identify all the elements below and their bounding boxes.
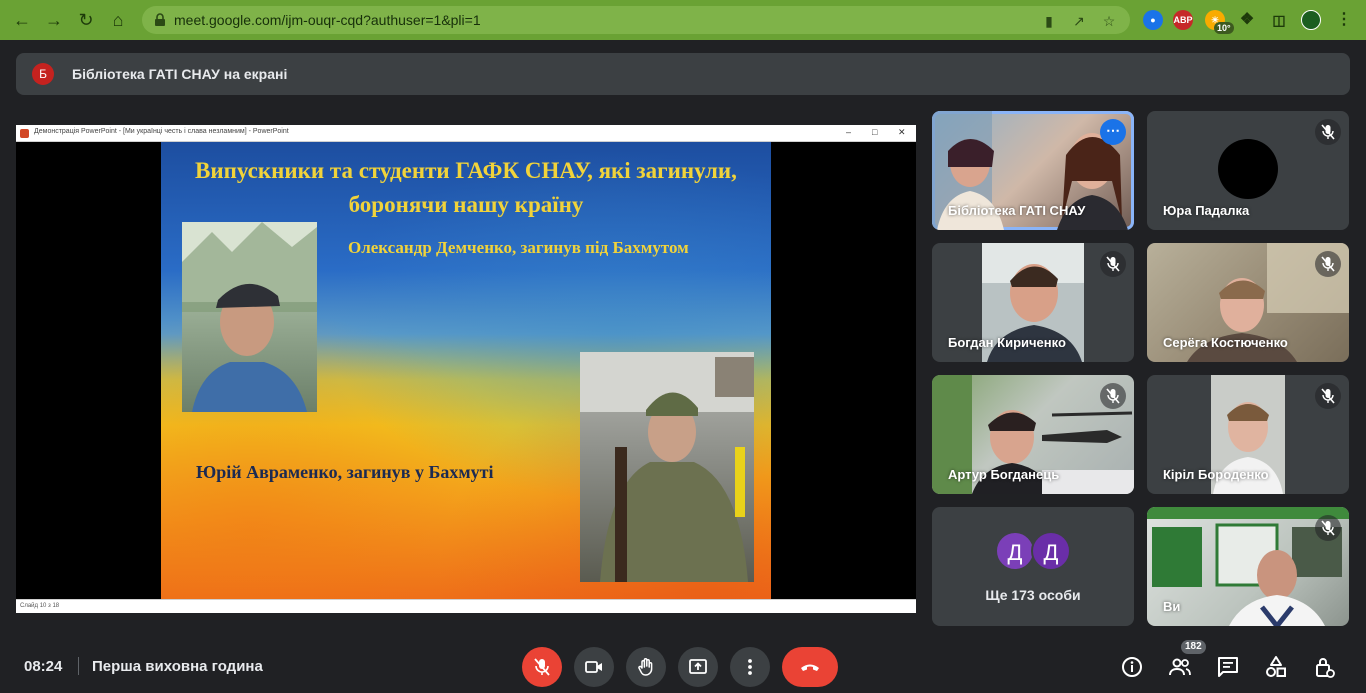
ppt-window-titlebar: Демонстрація PowerPoint - [Ми українці ч… [16, 125, 916, 142]
others-tile[interactable]: Д Д Ще 173 особи [932, 507, 1134, 626]
camera-icon[interactable]: ▮ [1040, 12, 1058, 30]
participant-name: Кірiл Бороденко [1163, 467, 1269, 482]
meeting-controls-bar: 08:24 Перша виховна година 182 [0, 636, 1366, 693]
host-controls-icon[interactable] [1312, 655, 1336, 679]
activities-icon[interactable] [1264, 655, 1288, 679]
more-vert-icon [748, 659, 752, 675]
caption-oleksandr: Олександр Демченко, загинув під Бахмутом [348, 238, 689, 257]
presenter-avatar: Б [32, 63, 54, 85]
participant-name: Серёга Костюченко [1163, 335, 1288, 350]
side-panel-icon[interactable]: ◫ [1269, 10, 1289, 30]
photo-yuriy [580, 352, 754, 582]
powerpoint-icon [20, 129, 29, 138]
maximize-icon: □ [872, 127, 878, 137]
participant-name: Артур Богданець [948, 467, 1060, 482]
participant-tile[interactable]: Богдан Кириченко [932, 243, 1134, 362]
mic-off-icon [1315, 515, 1341, 541]
present-screen-button[interactable] [678, 647, 718, 687]
participant-tile[interactable]: Артур Богданець [932, 375, 1134, 494]
divider [78, 657, 79, 675]
profile-avatar[interactable] [1301, 10, 1321, 30]
mic-toggle-button[interactable] [522, 647, 562, 687]
close-icon: ✕ [898, 127, 906, 137]
slide-counter: Слайд 10 з 18 [20, 603, 60, 609]
presenting-banner: Б Бібліотека ГАТІ СНАУ на екрані [16, 53, 1350, 95]
meeting-title: Перша виховна година [92, 658, 263, 675]
hand-icon [638, 658, 653, 676]
more-options-button[interactable]: ⋯ [1100, 119, 1126, 145]
more-options-button[interactable] [730, 647, 770, 687]
participant-tile[interactable]: Кірiл Бороденко [1147, 375, 1349, 494]
others-avatar: Д [995, 531, 1035, 571]
mic-off-icon [1100, 383, 1126, 409]
reload-icon[interactable]: ↻ [74, 8, 98, 32]
slide: Випускники та студенти ГАФК СНАУ, які за… [161, 142, 771, 599]
share-icon[interactable]: ↗ [1070, 12, 1088, 30]
presentation-screen: Демонстрація PowerPoint - [Ми українці ч… [16, 125, 916, 613]
address-bar[interactable]: meet.google.com/ijm-ouqr-cqd?authuser=1&… [142, 6, 1130, 34]
others-avatar: Д [1031, 531, 1071, 571]
info-icon[interactable] [1120, 655, 1144, 679]
forward-icon[interactable]: → [42, 8, 66, 32]
caption-yuriy: Юрій Авраменко, загинув у Бахмуті [196, 462, 494, 482]
participant-avatar [1218, 139, 1278, 199]
home-icon[interactable]: ⌂ [106, 8, 130, 32]
slide-heading: Випускники та студенти ГАФК СНАУ, які за… [195, 158, 737, 217]
leave-call-button[interactable] [782, 647, 838, 687]
people-count-badge: 182 [1181, 640, 1206, 654]
participant-name: Богдан Кириченко [948, 335, 1066, 350]
star-icon[interactable]: ☆ [1100, 12, 1118, 30]
chat-icon[interactable] [1216, 655, 1240, 679]
adblock-icon[interactable]: ABP [1173, 10, 1193, 30]
menu-icon[interactable]: ⋮ [1334, 10, 1354, 30]
mic-off-icon [1315, 251, 1341, 277]
lock-icon [155, 13, 165, 26]
present-icon [689, 659, 707, 674]
puzzle-icon[interactable]: ❖ [1237, 10, 1257, 30]
participant-name: Бібліотека ГАТІ СНАУ [948, 203, 1086, 218]
self-tile[interactable]: Ви [1147, 507, 1349, 626]
meeting-clock: 08:24 [24, 658, 63, 675]
extension-icon[interactable]: ● [1143, 10, 1163, 30]
others-count: Ще 173 особи [985, 587, 1081, 603]
mic-off-icon [1100, 251, 1126, 277]
participant-tile[interactable]: Юра Падалка [1147, 111, 1349, 230]
ppt-statusbar: Слайд 10 з 18 [16, 599, 916, 613]
participant-tile[interactable]: ⋯ Бібліотека ГАТІ СНАУ [932, 111, 1134, 230]
mic-off-icon [534, 658, 550, 676]
minimize-icon: – [846, 127, 852, 137]
people-icon[interactable] [1168, 655, 1192, 679]
participant-tile[interactable]: Серёга Костюченко [1147, 243, 1349, 362]
mic-off-icon [1315, 119, 1341, 145]
mic-off-icon [1315, 383, 1341, 409]
camera-icon [585, 661, 602, 673]
browser-toolbar: ← → ↻ ⌂ meet.google.com/ijm-ouqr-cqd?aut… [0, 0, 1366, 40]
ppt-window-title: Демонстрація PowerPoint - [Ми українці ч… [34, 128, 289, 135]
url-text[interactable]: meet.google.com/ijm-ouqr-cqd?authuser=1&… [174, 12, 481, 28]
participant-name: Юра Падалка [1163, 203, 1250, 218]
call-end-icon [801, 664, 819, 671]
weather-temp: 10° [1214, 22, 1234, 34]
back-icon[interactable]: ← [10, 8, 34, 32]
photo-oleksandr [182, 222, 317, 412]
self-name: Ви [1163, 599, 1181, 614]
raise-hand-button[interactable] [626, 647, 666, 687]
camera-toggle-button[interactable] [574, 647, 614, 687]
presenting-text: Бібліотека ГАТІ СНАУ на екрані [72, 66, 288, 82]
